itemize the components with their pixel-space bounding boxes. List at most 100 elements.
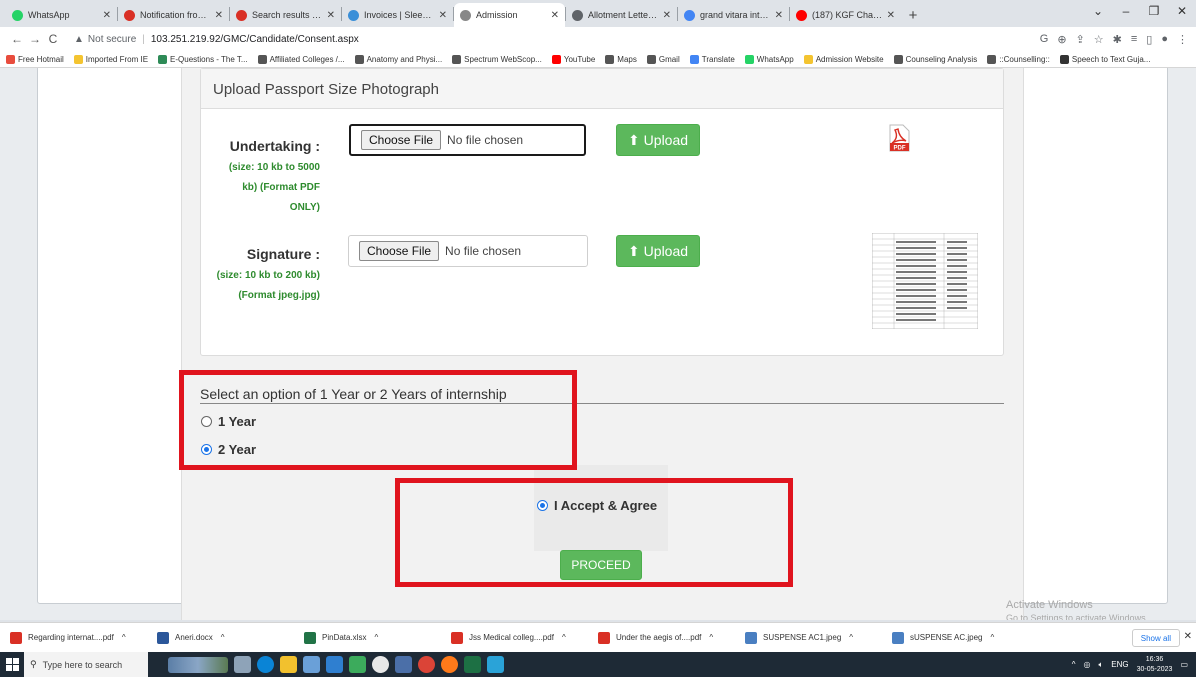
chevron-up-icon[interactable]: ^ [562,633,566,642]
browser-tab[interactable]: Invoices | Sleek Bill ✕ [342,3,453,27]
reading-list-icon[interactable]: ≡ [1131,33,1137,46]
bookmark-item[interactable]: E-Questions - The T... [158,54,248,64]
signature-upload-button[interactable]: ⬆ Upload [616,235,700,267]
bookmark-item[interactable]: Free Hotmail [6,54,64,64]
chevron-up-icon[interactable]: ^ [990,633,994,642]
network-icon[interactable]: ◎ [1083,660,1090,669]
mail-icon[interactable] [326,656,343,673]
bookmark-item[interactable]: Affiliated Colleges /... [257,54,345,64]
download-item[interactable]: Aneri.docx ^ [157,631,304,644]
taskbar-search-box[interactable]: ⚲ Type here to search [24,652,148,677]
chevron-up-icon[interactable]: ^ [221,633,225,642]
download-item[interactable]: PinData.xlsx ^ [304,631,451,644]
bookmark-label: Anatomy and Physi... [366,54,443,64]
bookmark-icon [605,54,615,64]
minimize-icon[interactable]: – [1112,4,1140,18]
menu-kebab-icon[interactable]: ⋮ [1177,33,1188,46]
tab-title: Admission [476,10,518,20]
chevron-up-icon[interactable]: ^ [374,633,378,642]
clock[interactable]: 16:36 30-05-2023 [1137,655,1173,675]
close-tab-icon[interactable]: ✕ [887,10,895,21]
close-window-icon[interactable]: ✕ [1168,4,1196,18]
browser-tab[interactable]: Allotment Letter - 23-24 ✕ [566,3,677,27]
file-explorer-icon[interactable] [280,656,297,673]
download-item[interactable]: Regarding internat....pdf ^ [10,631,157,644]
undertaking-file-input[interactable]: Choose File No file chosen [349,124,586,156]
browser-tab[interactable]: (187) KGF Chapter 2 Movi ✕ [790,3,901,27]
download-item[interactable]: SUSPENSE AC1.jpeg ^ [745,631,892,644]
undertaking-upload-button[interactable]: ⬆ Upload [616,124,700,156]
bookmark-star-icon[interactable]: ☆ [1094,33,1104,46]
bookmark-item[interactable]: ::Counselling:: [987,54,1050,64]
app-icon[interactable] [395,656,412,673]
bookmark-item[interactable]: Speech to Text Guja... [1059,54,1150,64]
zoom-icon[interactable]: ⊕ [1057,33,1066,46]
bookmark-item[interactable]: WhatsApp [744,54,794,64]
bookmark-item[interactable]: Translate [689,54,735,64]
firefox-icon[interactable] [441,656,458,673]
app-icon[interactable] [349,656,366,673]
new-tab-icon[interactable]: + [901,3,925,27]
close-tab-icon[interactable]: ✕ [103,10,111,21]
bookmark-item[interactable]: Counseling Analysis [893,54,977,64]
browser-tab[interactable]: Notification from Axis Ban ✕ [118,3,229,27]
browser-tab[interactable]: WhatsApp ✕ [6,3,117,27]
url-field[interactable]: ▲ Not secure | 103.251.219.92/GMC/Candid… [68,30,968,48]
bookmark-item[interactable]: Admission Website [803,54,884,64]
bookmark-item[interactable]: Imported From IE [73,54,148,64]
close-tab-icon[interactable]: ✕ [775,10,783,21]
edge-icon[interactable] [257,656,274,673]
start-button[interactable] [0,652,24,677]
store-icon[interactable] [303,656,320,673]
profile-avatar-icon[interactable]: ● [1161,33,1168,46]
download-item[interactable]: sUSPENSE AC.jpeg ^ [892,631,1039,644]
signature-choose-file-button[interactable]: Choose File [359,241,440,261]
bookmark-item[interactable]: Anatomy and Physi... [354,54,443,64]
volume-icon[interactable]: 🔈︎ [1098,660,1103,670]
show-all-downloads-button[interactable]: Show all [1131,629,1180,647]
side-panel-icon[interactable]: ▯ [1146,33,1152,46]
google-lens-icon[interactable]: G [1040,33,1049,46]
reload-icon[interactable]: C [44,32,62,46]
close-download-bar-icon[interactable]: ✕ [1184,631,1192,642]
close-tab-icon[interactable]: ✕ [327,10,335,21]
chevron-up-icon[interactable]: ^ [849,633,853,642]
browser-tab[interactable]: Admission ✕ [454,3,565,27]
back-icon[interactable]: ← [8,32,26,46]
address-bar: ← → C ▲ Not secure | 103.251.219.92/GMC/… [0,27,1196,51]
download-item[interactable]: Under the aegis of....pdf ^ [598,631,745,644]
tab-search-icon[interactable]: ⌄ [1084,4,1112,18]
close-tab-icon[interactable]: ✕ [215,10,223,21]
forward-icon[interactable]: → [26,32,44,46]
app-icon[interactable] [372,656,389,673]
close-tab-icon[interactable]: ✕ [551,10,559,21]
download-item[interactable]: Jss Medical colleg....pdf ^ [451,631,598,644]
tray-overflow-icon[interactable]: ^ [1072,660,1076,669]
window-controls: ⌄ – ❐ ✕ [1084,4,1196,18]
signature-file-input[interactable]: Choose File No file chosen [348,235,588,267]
tab-title: Allotment Letter - 23-24 [588,10,659,20]
chrome-icon[interactable] [418,656,435,673]
extensions-icon[interactable]: ✱ [1113,33,1122,46]
bookmark-item[interactable]: Gmail [646,54,680,64]
bookmark-item[interactable]: Spectrum WebScop... [452,54,542,64]
bookmark-icon [893,54,903,64]
app-icon[interactable] [487,656,504,673]
maximize-icon[interactable]: ❐ [1140,4,1168,18]
notifications-icon[interactable]: ▭ [1180,660,1188,669]
tab-title: Search results - devarshie [252,10,323,20]
undertaking-choose-file-button[interactable]: Choose File [361,130,442,150]
task-view-icon[interactable] [234,656,251,673]
bookmark-icon [158,54,168,64]
chevron-up-icon[interactable]: ^ [122,633,126,642]
browser-tab[interactable]: grand vitara internal struc ✕ [678,3,789,27]
browser-tab[interactable]: Search results - devarshie ✕ [230,3,341,27]
bookmark-item[interactable]: Maps [605,54,637,64]
chevron-up-icon[interactable]: ^ [709,633,713,642]
close-tab-icon[interactable]: ✕ [663,10,671,21]
close-tab-icon[interactable]: ✕ [439,10,447,21]
language-indicator[interactable]: ENG [1111,660,1128,669]
bookmark-item[interactable]: YouTube [551,54,595,64]
excel-icon[interactable] [464,656,481,673]
share-icon[interactable]: ⇪ [1076,33,1085,46]
